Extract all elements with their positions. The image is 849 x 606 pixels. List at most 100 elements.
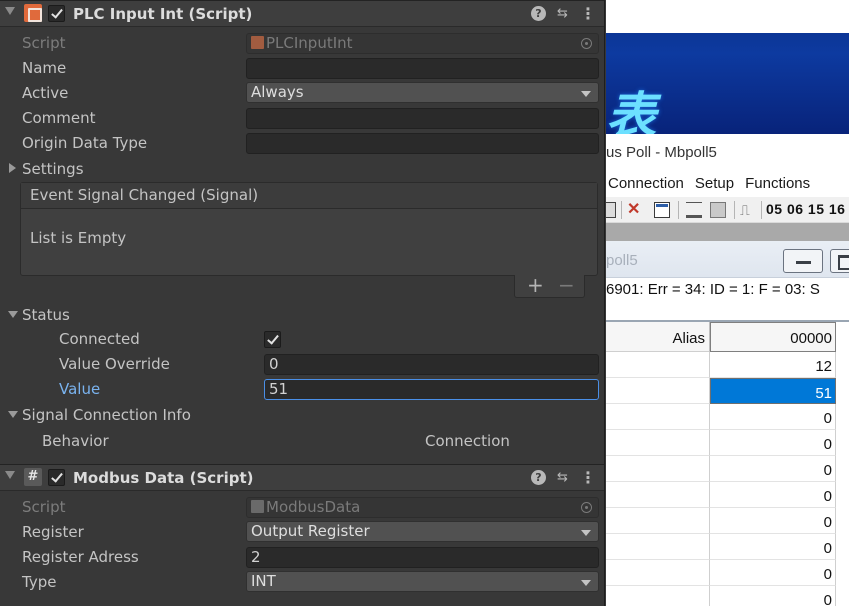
menu-setup[interactable]: Setup <box>695 175 734 192</box>
status-foldout-arrow-icon[interactable] <box>8 311 18 318</box>
preset-icon[interactable]: ⇆ <box>555 6 570 21</box>
alias-cell[interactable] <box>606 508 710 534</box>
modbus-script-field-value: ModbusData <box>266 498 361 516</box>
modbus-script-field[interactable]: ModbusData <box>246 497 599 518</box>
value-cell[interactable]: 12 <box>710 352 836 378</box>
comment-label: Comment <box>22 109 96 127</box>
object-picker-icon[interactable] <box>581 38 592 49</box>
table-row: 0 <box>606 430 849 456</box>
comment-input[interactable] <box>246 108 599 129</box>
add-event-button[interactable]: + <box>527 275 544 296</box>
alias-cell[interactable] <box>606 404 710 430</box>
value-override-label: Value Override <box>59 355 170 373</box>
alias-cell[interactable] <box>606 352 710 378</box>
help-icon[interactable]: ? <box>531 470 546 485</box>
value-cell[interactable]: 0 <box>710 456 836 482</box>
script-field[interactable]: PLCInputInt <box>246 33 599 54</box>
child-window-title: poll5 <box>606 241 849 278</box>
name-label: Name <box>22 59 67 77</box>
value-label: Value <box>59 380 101 398</box>
script-file-icon <box>251 36 264 49</box>
modbus-component-header[interactable]: # Modbus Data (Script) ? ⇆ ⋮ <box>0 464 604 491</box>
help-icon[interactable]: ? <box>531 6 546 21</box>
minimize-button[interactable] <box>783 249 823 273</box>
alias-cell[interactable] <box>606 534 710 560</box>
grid-header: Alias 00000 <box>606 322 849 352</box>
delete-icon[interactable]: ✕ <box>627 202 643 218</box>
register-dropdown[interactable]: Output Register <box>246 521 599 542</box>
toolbar-divider <box>734 201 735 219</box>
pulse-icon[interactable]: ⎍ <box>740 202 756 218</box>
plc-enabled-checkbox[interactable] <box>48 5 65 22</box>
value-input[interactable]: 51 <box>264 379 599 400</box>
remove-event-button[interactable]: − <box>558 275 575 296</box>
plc-input-icon <box>24 4 42 22</box>
menu-connection[interactable]: Connection <box>608 175 684 192</box>
settings-foldout-arrow-icon[interactable] <box>9 163 16 173</box>
value-cell[interactable]: 0 <box>710 404 836 430</box>
alias-column-header[interactable]: Alias <box>606 322 710 352</box>
value-cell[interactable]: 0 <box>710 560 836 586</box>
type-dropdown[interactable]: INT <box>246 571 599 592</box>
printer-icon[interactable] <box>710 202 726 218</box>
register-column-header[interactable]: 00000 <box>710 322 836 352</box>
value-cell[interactable]: 0 <box>710 586 836 606</box>
object-picker-icon[interactable] <box>581 502 592 513</box>
more-options-icon[interactable]: ⋮ <box>580 470 596 486</box>
table-row: 0 <box>606 586 849 606</box>
connected-checkbox[interactable] <box>264 331 281 348</box>
value-override-input[interactable]: 0 <box>264 354 599 375</box>
maximize-button[interactable] <box>830 249 849 273</box>
value-cell[interactable]: 0 <box>710 430 836 456</box>
toolbar-divider <box>678 201 679 219</box>
value-cell[interactable]: 0 <box>710 508 836 534</box>
menu-functions[interactable]: Functions <box>745 175 810 192</box>
name-input[interactable] <box>246 58 599 79</box>
signal-connection-info-foldout[interactable]: Signal Connection Info <box>22 406 191 424</box>
value-cell[interactable]: 0 <box>710 482 836 508</box>
collapse-arrow-icon[interactable] <box>5 7 15 15</box>
alias-cell[interactable] <box>606 482 710 508</box>
inspector-panel: PLC Input Int (Script) ? ⇆ ⋮ Script PLCI… <box>0 0 605 606</box>
preset-icon[interactable]: ⇆ <box>555 470 570 485</box>
function-codes[interactable]: 05 06 15 16 <box>766 201 845 217</box>
status-foldout[interactable]: Status <box>22 306 70 324</box>
script-file-icon <box>251 500 264 513</box>
event-list-empty-text: List is Empty <box>30 229 127 247</box>
plc-component-header[interactable]: PLC Input Int (Script) ? ⇆ ⋮ <box>0 0 604 27</box>
toolbar: ✕ ⎍ 05 06 15 16 <box>606 197 849 223</box>
register-address-input[interactable]: 2 <box>246 547 599 568</box>
event-signal-changed-list: Event Signal Changed (Signal) List is Em… <box>20 182 598 276</box>
connected-label: Connected <box>59 330 140 348</box>
origin-data-type-label: Origin Data Type <box>22 134 148 152</box>
collapse-arrow-icon[interactable] <box>5 471 15 479</box>
script-field-value: PLCInputInt <box>266 34 353 52</box>
monitor-icon[interactable] <box>686 202 702 218</box>
print-icon[interactable] <box>606 202 616 218</box>
window-icon[interactable] <box>654 202 670 218</box>
alias-cell[interactable] <box>606 378 710 404</box>
modbus-enabled-checkbox[interactable] <box>48 469 65 486</box>
chevron-down-icon <box>581 91 591 97</box>
value-cell-selected[interactable]: 51 <box>710 378 836 404</box>
signal-info-foldout-arrow-icon[interactable] <box>8 411 18 418</box>
alias-cell[interactable] <box>606 586 710 606</box>
chevron-down-icon <box>581 580 591 586</box>
table-row: 51 <box>606 378 849 404</box>
value-cell[interactable]: 0 <box>710 534 836 560</box>
register-label: Register <box>22 523 84 541</box>
mdi-background <box>606 223 849 241</box>
settings-foldout[interactable]: Settings <box>22 160 84 178</box>
register-dropdown-value: Output Register <box>251 522 370 540</box>
script-hash-icon: # <box>24 468 42 486</box>
alias-cell[interactable] <box>606 456 710 482</box>
modbus-script-label: Script <box>22 498 66 516</box>
alias-cell[interactable] <box>606 560 710 586</box>
poll-status-line: 6901: Err = 34: ID = 1: F = 03: S <box>606 278 849 302</box>
origin-data-type-input[interactable] <box>246 133 599 154</box>
active-dropdown[interactable]: Always <box>246 82 599 103</box>
alias-cell[interactable] <box>606 430 710 456</box>
grid-header-spacer <box>836 322 849 352</box>
window-title: us Poll - Mbpoll5 <box>606 134 849 172</box>
more-options-icon[interactable]: ⋮ <box>580 6 596 22</box>
